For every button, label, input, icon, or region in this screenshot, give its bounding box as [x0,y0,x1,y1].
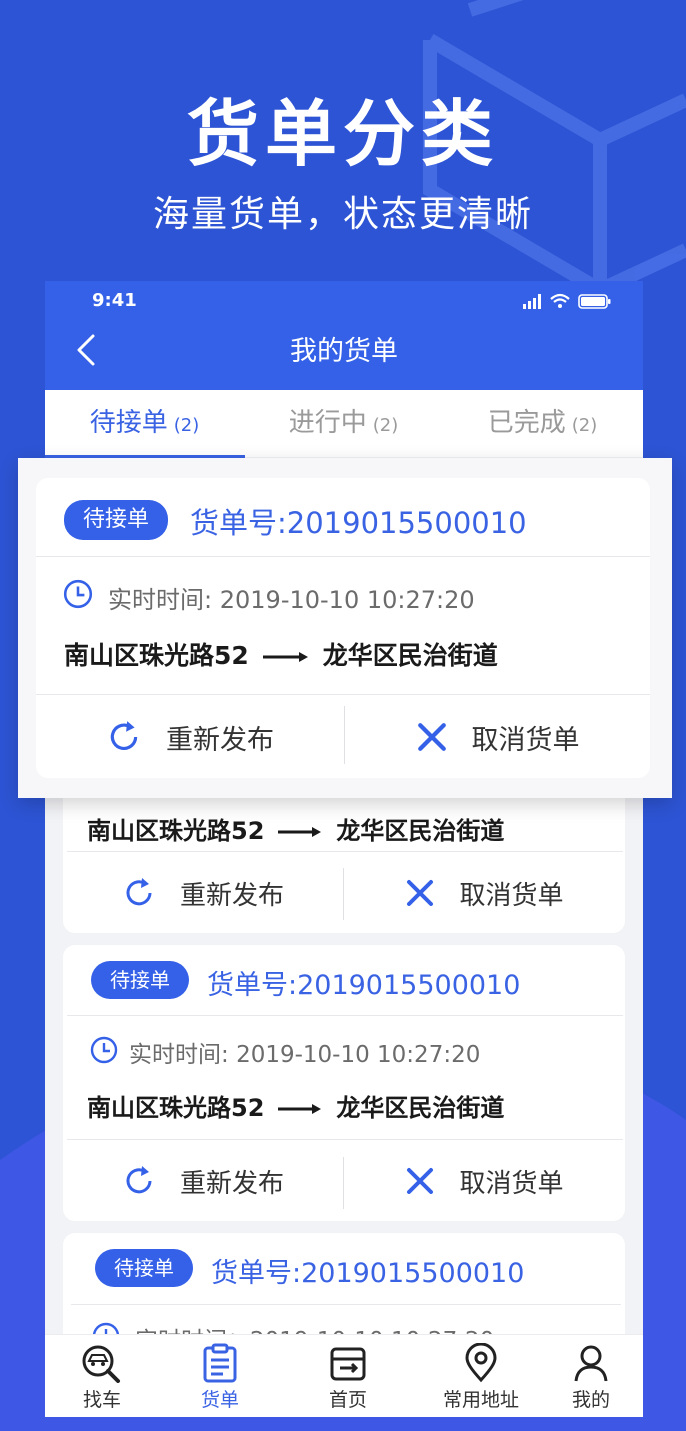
tab-count: (2) [372,415,399,436]
cancel-label: 取消货单 [459,1168,564,1199]
clock-icon [90,1036,118,1064]
refresh-icon [110,721,138,750]
republish-button[interactable]: 重新发布 [36,696,344,778]
route-from: 南山区珠光路52 [64,641,249,670]
republish-button[interactable]: 重新发布 [63,1141,343,1221]
cancel-order-button[interactable]: 取消货单 [344,1141,625,1221]
tab-pending[interactable]: 待接单 (2) [45,390,244,457]
status-badge: 待接单 [95,1249,193,1287]
divider [36,556,650,557]
nav-address[interactable]: 常用地址 [431,1335,531,1417]
hero-subtitle: 海量货单，状态更清晰 [152,194,533,235]
status-time: 9:41 [92,290,137,311]
arrow-right-icon [278,1104,322,1114]
clock-icon [63,579,93,609]
cancel-label: 取消货单 [459,880,564,911]
cancel-order-button[interactable]: 取消货单 [344,853,625,933]
divider [67,1015,623,1016]
order-number: 货单号:2019015500010 [207,970,521,1001]
divider [36,694,650,695]
route-from: 南山区珠光路52 [87,817,265,845]
divider [67,851,623,852]
time-label: 实时时间: [129,1042,229,1068]
divider [67,1139,623,1140]
nav-home[interactable]: 首页 [303,1335,393,1417]
route-to: 龙华区民治街道 [336,1094,505,1122]
close-icon [407,880,434,906]
time-row: 实时时间: 2019-10-10 10:27:20 [129,1035,480,1069]
tab-count: (2) [173,415,200,436]
republish-button[interactable]: 重新发布 [63,853,343,933]
nav-label: 首页 [328,1389,367,1411]
route: 南山区珠光路52 龙华区民治街道 [87,811,504,846]
bottom-nav: 找车 货单 首页 常用地址 我的 [45,1334,643,1417]
wifi-icon [550,293,570,303]
time-label: 实时时间: [108,586,213,614]
republish-label: 重新发布 [179,880,284,911]
tab-completed[interactable]: 已完成 (2) [443,390,642,457]
route-to: 龙华区民治街道 [322,641,498,670]
route: 南山区珠光路52 龙华区民治街道 [64,636,498,672]
page-title: 我的货单 [290,336,398,367]
close-icon [407,1168,434,1194]
status-badge: 待接单 [91,961,189,999]
tab-count: (2) [571,415,598,436]
order-card[interactable]: 待接单 货单号:2019015500010 实时时间: 2019-10-10 1… [36,478,650,778]
tab-label: 待接单 [89,408,168,438]
status-icons [523,292,613,314]
order-number: 货单号:2019015500010 [190,506,527,540]
user-icon [574,1345,608,1382]
republish-label: 重新发布 [179,1168,284,1199]
time-value: 2019-10-10 10:27:20 [236,1042,481,1068]
route: 南山区珠光路52 龙华区民治街道 [87,1088,504,1123]
home-icon [330,1347,366,1381]
nav-mine[interactable]: 我的 [551,1335,631,1417]
order-number: 货单号:2019015500010 [211,1258,525,1289]
tab-bar: 待接单 (2) 进行中 (2) 已完成 (2) [45,390,643,457]
battery-icon [578,294,611,309]
refresh-icon [126,1166,152,1194]
tab-label: 已完成 [487,408,566,438]
highlighted-order-card-frame: 待接单 货单号:2019015500010 实时时间: 2019-10-10 1… [18,458,672,798]
close-icon [417,723,446,751]
orders-icon [203,1343,237,1383]
arrow-right-icon [278,827,322,837]
order-card[interactable]: 待接单 货单号:2019015500010 实时时间: 2019-10-10 1… [63,945,625,1221]
find-car-icon [82,1345,120,1383]
location-icon [465,1343,497,1383]
tab-label: 进行中 [288,408,367,438]
hero-title: 货单分类 [186,92,499,176]
nav-label: 我的 [571,1389,610,1411]
nav-find-car[interactable]: 找车 [57,1335,147,1417]
time-value: 2019-10-10 10:27:20 [219,586,475,614]
phone-screen: 9:41 我的货单 待接单 (2) 进行中 (2) 已完成 (2) 南山区珠光路… [45,281,643,1417]
republish-label: 重新发布 [166,724,274,756]
route-to: 龙华区民治街道 [336,817,505,845]
nav-label: 找车 [82,1389,121,1411]
nav-orders[interactable]: 货单 [175,1335,265,1417]
arrow-right-icon [262,652,308,662]
cancel-label: 取消货单 [471,724,580,756]
signal-icon [523,294,541,309]
nav-label: 常用地址 [442,1389,519,1411]
top-bar: 9:41 我的货单 [45,281,643,390]
divider [71,1304,621,1305]
status-badge: 待接单 [64,500,168,540]
time-row: 实时时间: 2019-10-10 10:27:20 [108,580,475,615]
refresh-icon [126,878,152,906]
tab-in-progress[interactable]: 进行中 (2) [244,390,443,457]
cancel-order-button[interactable]: 取消货单 [345,696,650,778]
route-from: 南山区珠光路52 [87,1094,265,1122]
nav-label: 货单 [200,1389,239,1411]
